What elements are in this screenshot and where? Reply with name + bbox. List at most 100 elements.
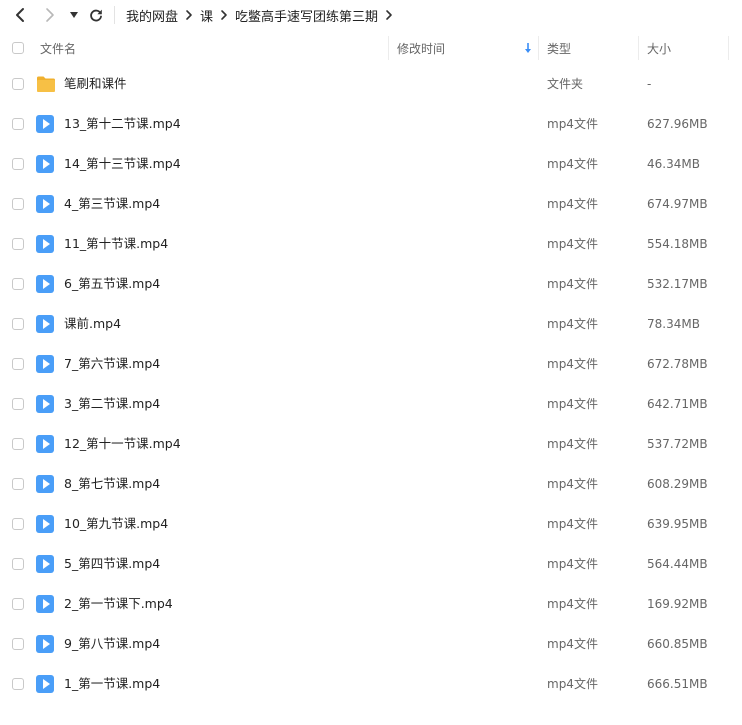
file-list-header: 文件名 修改时间 类型 大小 — [0, 34, 742, 62]
file-name[interactable]: 7_第六节课.mp4 — [64, 344, 160, 384]
column-divider[interactable] — [638, 36, 639, 60]
row-checkbox[interactable] — [12, 198, 24, 210]
file-name[interactable]: 2_第一节课下.mp4 — [64, 584, 173, 624]
row-checkbox[interactable] — [12, 558, 24, 570]
file-name[interactable]: 4_第三节课.mp4 — [64, 184, 160, 224]
chevron-right-icon[interactable] — [385, 9, 393, 21]
row-checkbox[interactable] — [12, 478, 24, 490]
list-item[interactable]: 3_第二节课.mp4 mp4文件 642.71MB — [0, 384, 742, 424]
row-checkbox[interactable] — [12, 238, 24, 250]
row-checkbox[interactable] — [12, 278, 24, 290]
file-name[interactable]: 6_第五节课.mp4 — [64, 264, 160, 304]
list-item[interactable]: 8_第七节课.mp4 mp4文件 608.29MB — [0, 464, 742, 504]
breadcrumb-item-root[interactable]: 我的网盘 — [126, 6, 178, 25]
file-type: mp4文件 — [547, 677, 598, 691]
column-divider[interactable] — [388, 36, 389, 60]
list-item[interactable]: 14_第十三节课.mp4 mp4文件 46.34MB — [0, 144, 742, 184]
column-divider[interactable] — [538, 36, 539, 60]
row-checkbox[interactable] — [12, 78, 24, 90]
breadcrumb-item-current[interactable]: 吃鳖高手速写团练第三期 — [235, 6, 378, 25]
select-all-checkbox[interactable] — [12, 42, 24, 54]
file-size: 564.44MB — [647, 557, 708, 571]
list-item[interactable]: 9_第八节课.mp4 mp4文件 660.85MB — [0, 624, 742, 664]
list-item[interactable]: 笔刷和课件 文件夹 - — [0, 64, 742, 104]
file-name[interactable]: 5_第四节课.mp4 — [64, 544, 160, 584]
file-name[interactable]: 12_第十一节课.mp4 — [64, 424, 181, 464]
row-checkbox[interactable] — [12, 598, 24, 610]
list-item[interactable]: 7_第六节课.mp4 mp4文件 672.78MB — [0, 344, 742, 384]
file-type: mp4文件 — [547, 637, 598, 651]
column-header-type-label: 类型 — [547, 41, 572, 56]
video-icon — [36, 515, 54, 533]
row-checkbox[interactable] — [12, 118, 24, 130]
list-item[interactable]: 课前.mp4 mp4文件 78.34MB — [0, 304, 742, 344]
file-name[interactable]: 8_第七节课.mp4 — [64, 464, 160, 504]
file-name[interactable]: 13_第十二节课.mp4 — [64, 104, 181, 144]
video-icon — [36, 395, 54, 413]
file-name[interactable]: 1_第一节课.mp4 — [64, 664, 160, 704]
file-size: 554.18MB — [647, 237, 708, 251]
list-item[interactable]: 6_第五节课.mp4 mp4文件 532.17MB — [0, 264, 742, 304]
video-icon — [36, 115, 54, 133]
caret-down-icon — [70, 12, 78, 18]
video-icon — [36, 315, 54, 333]
breadcrumb-item-course[interactable]: 课 — [200, 6, 213, 25]
row-checkbox[interactable] — [12, 398, 24, 410]
list-item[interactable]: 1_第一节课.mp4 mp4文件 666.51MB — [0, 664, 742, 704]
column-divider[interactable] — [728, 36, 729, 60]
file-size: 627.96MB — [647, 117, 708, 131]
list-item[interactable]: 12_第十一节课.mp4 mp4文件 537.72MB — [0, 424, 742, 464]
file-type: mp4文件 — [547, 197, 598, 211]
file-name[interactable]: 课前.mp4 — [64, 304, 121, 344]
file-size: 639.95MB — [647, 517, 708, 531]
list-item[interactable]: 11_第十节课.mp4 mp4文件 554.18MB — [0, 224, 742, 264]
toolbar-divider — [114, 6, 115, 24]
file-type: mp4文件 — [547, 117, 598, 131]
list-item[interactable]: 5_第四节课.mp4 mp4文件 564.44MB — [0, 544, 742, 584]
column-header-size[interactable]: 大小 — [647, 34, 727, 62]
video-icon — [36, 155, 54, 173]
file-name[interactable]: 9_第八节课.mp4 — [64, 624, 160, 664]
video-icon — [36, 435, 54, 453]
back-button[interactable] — [10, 5, 30, 25]
folder-icon — [36, 75, 56, 97]
row-checkbox[interactable] — [12, 158, 24, 170]
sort-descending-icon — [525, 43, 531, 53]
file-name[interactable]: 14_第十三节课.mp4 — [64, 144, 181, 184]
row-checkbox[interactable] — [12, 638, 24, 650]
video-icon — [36, 675, 54, 693]
file-size: 660.85MB — [647, 637, 708, 651]
column-header-name[interactable]: 文件名 — [40, 34, 386, 62]
file-list: 笔刷和课件 文件夹 - 13_第十二节课.mp4 mp4文件 627.96MB … — [0, 64, 742, 704]
chevron-right-icon — [220, 9, 228, 21]
file-name[interactable]: 笔刷和课件 — [64, 64, 127, 104]
file-type: mp4文件 — [547, 557, 598, 571]
column-header-type[interactable]: 类型 — [547, 34, 637, 62]
column-header-modified[interactable]: 修改时间 — [397, 34, 537, 62]
file-size: 46.34MB — [647, 157, 700, 171]
column-header-size-label: 大小 — [647, 41, 672, 56]
forward-button[interactable] — [40, 5, 60, 25]
list-item[interactable]: 4_第三节课.mp4 mp4文件 674.97MB — [0, 184, 742, 224]
file-name[interactable]: 10_第九节课.mp4 — [64, 504, 168, 544]
list-item[interactable]: 13_第十二节课.mp4 mp4文件 627.96MB — [0, 104, 742, 144]
video-icon — [36, 355, 54, 373]
file-type: 文件夹 — [547, 77, 584, 91]
file-size: 672.78MB — [647, 357, 708, 371]
list-item[interactable]: 10_第九节课.mp4 mp4文件 639.95MB — [0, 504, 742, 544]
file-name[interactable]: 11_第十节课.mp4 — [64, 224, 168, 264]
row-checkbox[interactable] — [12, 358, 24, 370]
file-size: 532.17MB — [647, 277, 708, 291]
row-checkbox[interactable] — [12, 318, 24, 330]
refresh-button[interactable] — [86, 5, 106, 25]
file-size: - — [647, 77, 652, 91]
file-type: mp4文件 — [547, 157, 598, 171]
history-dropdown-button[interactable] — [64, 5, 84, 25]
row-checkbox[interactable] — [12, 438, 24, 450]
file-name[interactable]: 3_第二节课.mp4 — [64, 384, 160, 424]
list-item[interactable]: 2_第一节课下.mp4 mp4文件 169.92MB — [0, 584, 742, 624]
video-icon — [36, 635, 54, 653]
row-checkbox[interactable] — [12, 678, 24, 690]
row-checkbox[interactable] — [12, 518, 24, 530]
chevron-right-icon — [185, 9, 193, 21]
